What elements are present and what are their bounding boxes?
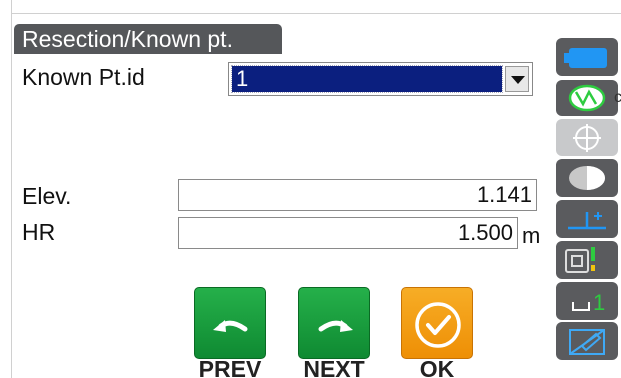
ok-button[interactable] [401,287,473,359]
contrast-icon [569,166,605,190]
hr-unit: m [522,223,541,248]
known-pt-select[interactable]: 1 [228,62,533,96]
arrow-right-icon [318,320,353,332]
known-pt-label: Known Pt.id [22,64,145,90]
hr-label: HR [22,219,56,245]
check-circle-icon [415,302,461,348]
known-pt-value[interactable]: 1 [231,65,503,93]
input-status[interactable] [556,322,618,360]
chevron-down-icon [511,76,525,84]
tilt-status[interactable] [556,200,618,238]
prev-label: PREV [198,356,262,378]
target-aim-status[interactable] [556,119,618,156]
left-frame [0,0,12,378]
svg-text:1: 1 [593,290,605,315]
prev-button[interactable] [194,287,266,359]
next-button[interactable] [298,287,370,359]
prism-target-icon [568,84,606,112]
dropdown-button[interactable] [505,66,529,92]
hr-field[interactable]: 1.500 [178,217,518,249]
top-frame [0,0,621,14]
battery-status[interactable] [556,38,618,76]
elev-label: Elev. [22,183,72,209]
contrast-status[interactable] [556,159,618,197]
laser-signal-icon [565,247,595,273]
ok-label: OK [419,356,455,378]
page-title: Resection/Known pt. [14,24,282,54]
crosshair-icon [573,124,601,152]
arrow-left-icon [213,320,248,332]
tilt-compensation-icon [568,212,606,230]
cut-off-text: c [614,89,621,106]
next-label: NEXT [303,356,365,378]
level-status[interactable]: 1 [556,282,618,320]
laser-status[interactable] [556,241,618,279]
level-one-icon: 1 [572,290,605,315]
elev-field: 1.141 [178,179,537,211]
target-status[interactable] [556,80,618,116]
resection-screen: Resection/Known pt. Known Pt.id 1 Elev. … [0,0,621,378]
battery-icon [564,48,607,68]
tablet-pen-icon [569,329,605,355]
